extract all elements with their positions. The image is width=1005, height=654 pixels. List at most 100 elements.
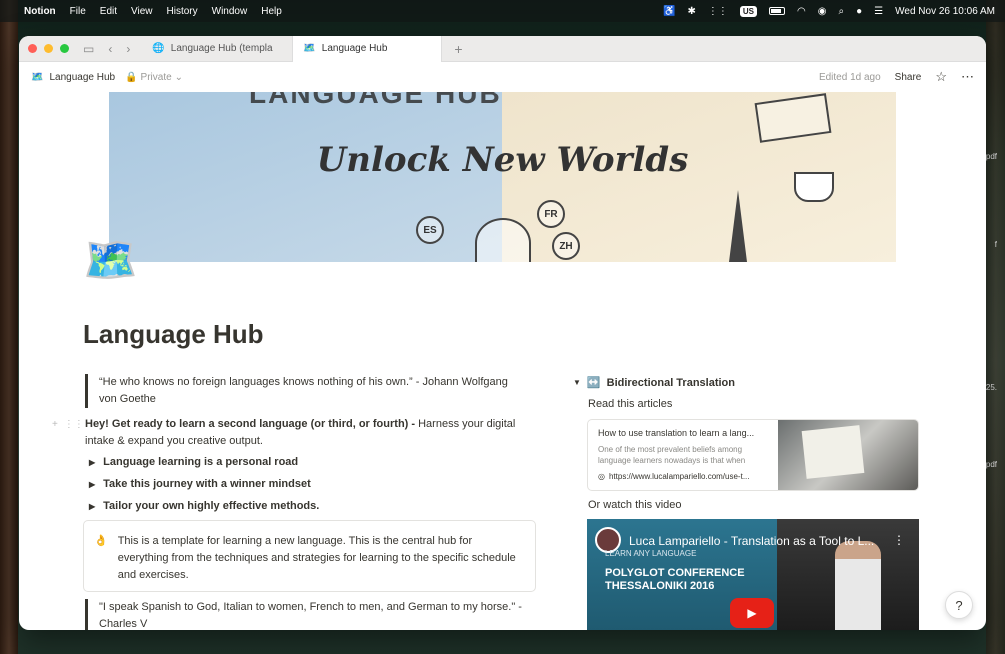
sidebar-toggle-icon[interactable]: ▭ bbox=[83, 42, 94, 56]
menu-history[interactable]: History bbox=[167, 6, 198, 17]
tab-label: Language Hub bbox=[321, 43, 388, 54]
toggle-block[interactable]: ▶ Take this journey with a winner mindse… bbox=[89, 478, 311, 490]
toggle-arrow-icon[interactable]: ▶ bbox=[89, 458, 95, 467]
callout-text: This is a template for learning a new la… bbox=[117, 535, 516, 581]
accessibility-icon[interactable]: ♿ bbox=[663, 6, 675, 17]
help-button[interactable]: ? bbox=[945, 591, 973, 619]
coffee-cup-icon bbox=[794, 172, 834, 202]
brain-icon bbox=[475, 218, 531, 262]
tab-language-hub[interactable]: 🗺️ Language Hub bbox=[292, 36, 443, 62]
read-articles-text[interactable]: Read this articles bbox=[588, 398, 672, 410]
video-embed[interactable]: Luca Lampariello - Translation as a Tool… bbox=[587, 519, 919, 630]
back-arrow-icon[interactable]: ‹ bbox=[108, 42, 112, 56]
tab-label: Language Hub (templa bbox=[170, 43, 273, 54]
breadcrumb[interactable]: 🗺️ Language Hub bbox=[31, 72, 115, 83]
callout-block[interactable]: 👌 This is a template for learning a new … bbox=[83, 520, 536, 592]
language-bubble: ES bbox=[416, 216, 444, 244]
play-button-icon[interactable]: ▶ bbox=[730, 598, 774, 628]
page-topbar: 🗺️ Language Hub 🔒 Private ⌄ Edited 1d ag… bbox=[19, 62, 986, 92]
zoom-window-button[interactable] bbox=[60, 44, 69, 53]
menu-help[interactable]: Help bbox=[261, 6, 282, 17]
privacy-menu[interactable]: 🔒 Private ⌄ bbox=[125, 72, 183, 83]
speaker-figure bbox=[835, 541, 881, 630]
left-right-arrow-icon: ↔️ bbox=[586, 377, 601, 389]
quote-goethe[interactable]: “He who knows no foreign languages knows… bbox=[85, 374, 525, 408]
close-window-button[interactable] bbox=[28, 44, 37, 53]
ok-hand-icon: 👌 bbox=[94, 535, 108, 547]
desktop-file-label[interactable]: pdf bbox=[986, 152, 997, 161]
video-title[interactable]: Luca Lampariello - Translation as a Tool… bbox=[629, 534, 874, 548]
search-icon[interactable]: ⌕ bbox=[839, 6, 845, 17]
siri-icon[interactable]: ● bbox=[856, 6, 862, 17]
forward-arrow-icon[interactable]: › bbox=[126, 42, 130, 56]
globe-icon: 🌐 bbox=[152, 43, 165, 54]
tree-trunk bbox=[0, 0, 18, 654]
screen-record-icon[interactable]: ◉ bbox=[818, 6, 827, 17]
input-source-badge[interactable]: US bbox=[739, 5, 758, 17]
lock-icon: 🔒 bbox=[125, 71, 138, 83]
edited-timestamp: Edited 1d ago bbox=[818, 71, 881, 83]
menu-app-name[interactable]: Notion bbox=[24, 6, 56, 17]
control-center-icon[interactable]: ☰ bbox=[874, 6, 883, 17]
cover-top-text: LANGUAGE HUB bbox=[249, 92, 502, 109]
page-title[interactable]: Language Hub bbox=[83, 319, 264, 350]
bookmark-card[interactable]: How to use translation to learn a lang..… bbox=[587, 419, 919, 491]
intro-paragraph[interactable]: Hey! Get ready to learn a second languag… bbox=[85, 416, 535, 450]
bookmark-url: ◎ https://www.lucalampariello.com/use-t.… bbox=[598, 472, 750, 481]
watch-video-text[interactable]: Or watch this video bbox=[588, 499, 682, 511]
menu-bar: Notion File Edit View History Window Hel… bbox=[0, 0, 1005, 22]
toggle-label: Tailor your own highly effective methods… bbox=[103, 500, 320, 512]
quote-charles-v[interactable]: "I speak Spanish to God, Italian to wome… bbox=[85, 599, 525, 630]
wifi-icon[interactable]: ◠ bbox=[797, 6, 806, 17]
menubar-clock[interactable]: Wed Nov 26 10:06 AM bbox=[895, 6, 995, 17]
title-bar: ▭ ‹ › 🌐 Language Hub (templa 🗺️ Language… bbox=[19, 36, 986, 62]
browser-window: ▭ ‹ › 🌐 Language Hub (templa 🗺️ Language… bbox=[19, 36, 986, 630]
block-handle[interactable]: + ⋮⋮ bbox=[52, 419, 84, 430]
video-conference-text: POLYGLOT CONFERENCE THESSALONIKI 2016 bbox=[605, 567, 745, 592]
grid-icon[interactable]: ⋮⋮ bbox=[708, 6, 728, 17]
privacy-label: Private bbox=[140, 71, 172, 83]
desktop-file-label[interactable]: pdf bbox=[986, 460, 997, 469]
bluetooth-icon[interactable]: ✱ bbox=[688, 6, 696, 17]
chevron-down-icon: ⌄ bbox=[174, 71, 184, 83]
toggle-heading[interactable]: ▼ ↔️ Bidirectional Translation bbox=[573, 376, 735, 390]
menu-edit[interactable]: Edit bbox=[100, 6, 117, 17]
help-icon: ? bbox=[955, 597, 963, 613]
share-button[interactable]: Share bbox=[895, 72, 922, 83]
tree-trunk bbox=[986, 0, 1005, 654]
battery-icon[interactable] bbox=[769, 7, 786, 15]
site-favicon-icon: ◎ bbox=[598, 472, 605, 481]
desktop-file-label[interactable]: f bbox=[995, 240, 997, 249]
desktop-file-label[interactable]: 25. bbox=[986, 383, 997, 392]
intro-bold-text: Hey! Get ready to learn a second languag… bbox=[85, 418, 416, 430]
eiffel-tower-icon bbox=[729, 190, 747, 262]
toggle-arrow-down-icon[interactable]: ▼ bbox=[573, 378, 581, 387]
new-tab-icon[interactable]: + bbox=[454, 41, 462, 57]
language-bubble: FR bbox=[537, 200, 565, 228]
star-icon[interactable]: ☆ bbox=[935, 69, 947, 85]
page-icon[interactable]: 🗺️ bbox=[83, 237, 138, 285]
bookmark-thumbnail bbox=[778, 420, 918, 490]
minimize-window-button[interactable] bbox=[44, 44, 53, 53]
map-icon: 🗺️ bbox=[303, 43, 316, 54]
toggle-arrow-icon[interactable]: ▶ bbox=[89, 502, 95, 511]
plus-icon[interactable]: + bbox=[52, 419, 58, 430]
video-more-icon[interactable]: ⋮ bbox=[893, 533, 905, 547]
bookmark-description: One of the most prevalent beliefs among … bbox=[598, 445, 746, 465]
bookmark-title: How to use translation to learn a lang..… bbox=[598, 428, 755, 438]
breadcrumb-label: Language Hub bbox=[49, 71, 116, 83]
toggle-block[interactable]: ▶ Tailor your own highly effective metho… bbox=[89, 500, 319, 512]
video-subtitle: LEARN ANY LANGUAGE bbox=[605, 549, 697, 558]
tab-language-hub-template[interactable]: 🌐 Language Hub (templa bbox=[142, 36, 292, 62]
map-icon: 🗺️ bbox=[31, 71, 44, 83]
toggle-block[interactable]: ▶ Language learning is a personal road bbox=[89, 456, 298, 468]
more-icon[interactable]: ⋯ bbox=[961, 69, 974, 85]
toggle-label: Take this journey with a winner mindset bbox=[103, 478, 311, 490]
cover-image[interactable]: LANGUAGE HUB Unlock New Worlds ES FR ZH bbox=[109, 92, 896, 262]
menu-view[interactable]: View bbox=[131, 6, 153, 17]
menu-window[interactable]: Window bbox=[212, 6, 248, 17]
drag-handle-icon[interactable]: ⋮⋮ bbox=[64, 419, 84, 430]
menu-file[interactable]: File bbox=[70, 6, 86, 17]
cover-title: Unlock New Worlds bbox=[316, 140, 689, 180]
toggle-arrow-icon[interactable]: ▶ bbox=[89, 480, 95, 489]
